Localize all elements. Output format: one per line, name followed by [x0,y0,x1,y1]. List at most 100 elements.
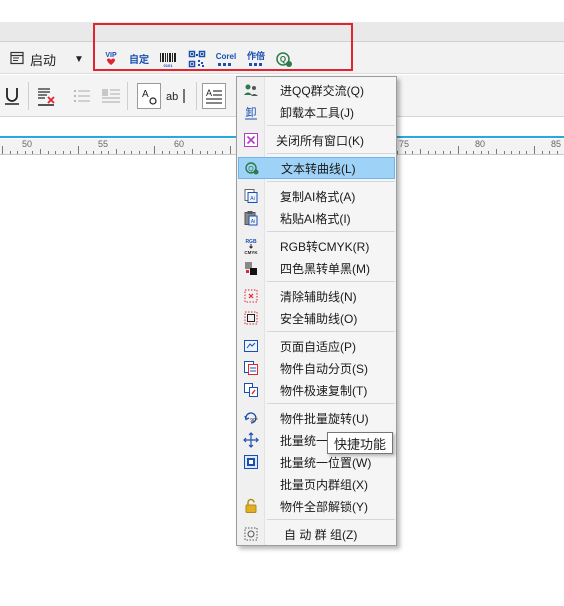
menu-item-qq-group[interactable]: 进QQ群交流(Q) [238,79,395,101]
chevron-down-icon[interactable]: ▼ [74,54,84,65]
menu-item-copy-ai[interactable]: Ai 复制AI格式(A) [238,185,395,207]
svg-text:A: A [142,89,149,100]
menu-item-auto-paginate[interactable]: 物件自动分页(S) [238,357,395,379]
ruler-tick [47,151,49,154]
menu-item-label: 批量统一 [280,433,329,448]
svg-text:Ai: Ai [250,196,254,202]
ruler-tick [78,146,79,154]
menu-item-label: 粘贴AI格式(I) [280,211,351,226]
menu-item-page-fit[interactable]: 页面自适应(P) [238,335,395,357]
auto-group-icon [238,523,264,545]
ruler-tick [214,151,216,154]
text-define-text: 自定 [129,53,149,66]
menu-separator [267,331,395,332]
ruler-tick [85,151,87,154]
toolbar-divider [196,82,197,110]
uninstall-icon: 卸 [238,101,264,123]
menu-item-uninstall[interactable]: 卸 卸载本工具(J) [238,101,395,123]
paste-ai-icon: Ai [238,207,264,229]
ruler-tick [496,149,497,154]
ruler-tick [131,151,133,154]
qrcode-icon[interactable] [186,48,208,70]
curve-icon[interactable]: Q [273,48,295,70]
ruler-tick [503,151,505,154]
menu-item-label: 物件全部解锁(Y) [280,499,368,514]
close-all-icon [238,129,264,151]
batch-position-icon [238,451,264,473]
corel-icon[interactable]: Corel [213,48,239,70]
ruler-label: 50 [22,139,33,149]
frame-text-icon[interactable]: A [202,83,226,109]
menu-item-label: 安全辅助线(O) [280,311,358,326]
barcode-icon[interactable]: 0101 [157,48,179,70]
qq-group-icon [238,79,264,101]
menu-item-safe-guides[interactable]: 安全辅助线(O) [238,307,395,329]
copy-ai-icon: Ai [238,185,264,207]
fast-copy-icon [238,379,264,401]
menu-item-four-black[interactable]: 四色黑转单黑(M) [238,257,395,279]
menu-item-unlock-all[interactable]: 物件全部解锁(Y) [238,495,395,517]
corel-text: Corel [216,52,236,61]
text-properties-icon[interactable]: A [137,83,161,109]
menu-separator [267,519,395,520]
four-black-icon [238,257,264,279]
ruler-tick [199,151,201,154]
menu-item-clear-guides[interactable]: 清除辅助线(N) [238,285,395,307]
start-dropdown[interactable]: 启动 ▼ [10,48,84,70]
menu-item-batch-position[interactable]: 批量统一位置(W) [238,451,395,473]
menu-item-label: 物件批量旋转(U) [280,411,369,426]
ruler-tick [17,151,19,154]
ruler-tick [397,151,399,154]
ruler-label: 75 [399,139,410,149]
ruler-tick [161,151,163,154]
underline-icon[interactable] [0,83,24,109]
ruler-tick [549,151,551,154]
ruler-tick [55,151,57,154]
ruler-tick [2,146,3,154]
menu-item-fast-copy[interactable]: 物件极速复制(T) [238,379,395,401]
menu-item-label: 批量页内群组(X) [280,477,368,492]
menu-item-batch-rotate[interactable]: 90° 物件批量旋转(U) [238,407,395,429]
text-to-curve-icon: Q [239,157,265,179]
ruler-label: 80 [475,139,486,149]
bullet-list-icon[interactable] [70,83,94,109]
ruler-tick [230,146,231,154]
ruler-tick [511,151,513,154]
drop-cap-icon[interactable] [99,83,123,109]
toolbar-divider [28,82,29,110]
menu-item-paste-ai[interactable]: Ai 粘贴AI格式(I) [238,207,395,229]
menu-separator [267,231,395,232]
ruler-tick [40,149,41,154]
menu-item-label: 页面自适应(P) [280,339,356,354]
vip-text: VIP [105,52,117,59]
author-icon[interactable]: 作倍 [244,48,268,70]
edit-text-icon[interactable]: ab [165,83,191,109]
svg-text:Ai: Ai [251,219,255,225]
menu-item-label: 关闭所有窗口(K) [276,133,364,148]
ruler-tick [526,151,528,154]
svg-text:Q: Q [280,55,286,64]
svg-text:卸: 卸 [246,105,257,119]
ruler-tick [556,151,558,154]
menu-item-auto-group[interactable]: 自 动 群 组(Z) [238,523,395,545]
safe-guides-icon [238,307,264,329]
menu-item-text-to-curve[interactable]: Q 文本转曲线(L) [238,157,395,179]
ruler-tick [435,151,437,154]
ruler-tick [62,151,64,154]
ruler-tick [222,151,224,154]
svg-text:90°: 90° [250,418,258,424]
author-text: 作倍 [247,50,265,62]
ruler-label: 55 [98,139,109,149]
text-define-icon[interactable]: 自定 [128,48,150,70]
vip-icon[interactable]: VIP [101,48,121,70]
ruler-tick [412,151,414,154]
ruler-label: 85 [551,139,562,149]
clear-format-icon[interactable] [34,83,58,109]
ruler-tick [176,151,178,154]
menu-item-label: 物件自动分页(S) [280,361,368,376]
svg-text:CMYK: CMYK [244,250,258,255]
menu-item-close-all[interactable]: 关闭所有窗口(K) [238,129,395,151]
menu-item-batch-page-group[interactable]: 批量页内群组(X) [238,473,395,495]
menu-item-rgb-cmyk[interactable]: RGB CMYK RGB转CMYK(R) [238,235,395,257]
ruler-tick [138,151,140,154]
